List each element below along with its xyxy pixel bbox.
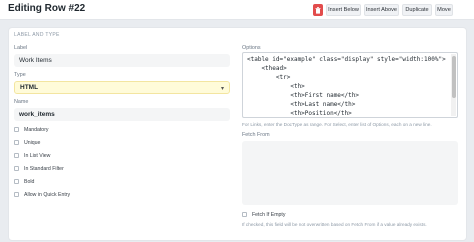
move-button[interactable]: Move	[435, 4, 453, 16]
checkbox-in-standard-filter[interactable]: In Standard Filter	[14, 164, 64, 173]
label-field-label: Label	[14, 45, 28, 51]
fetch-from-input[interactable]	[242, 141, 458, 205]
label-input[interactable]: Work Items	[14, 54, 230, 67]
dialog-header: Editing Row #22 Insert Below Insert Abov…	[0, 0, 474, 20]
code-line: <th>Position</th>	[247, 110, 352, 117]
type-field-label: Type	[14, 72, 26, 78]
code-line: <th>First name</th>	[247, 92, 359, 99]
delete-row-button[interactable]	[313, 4, 323, 16]
fetch-if-empty-help-text: If checked, this field will be not overw…	[242, 222, 427, 227]
duplicate-button[interactable]: Duplicate	[402, 4, 432, 16]
type-select[interactable]: HTML ▾	[14, 81, 230, 94]
code-line: <th>	[247, 83, 305, 90]
code-line: <th>Last name</th>	[247, 101, 356, 108]
section-title: LABEL AND TYPE	[14, 32, 60, 38]
checkbox-bold[interactable]: Bold	[14, 177, 34, 186]
options-field-label: Options	[242, 45, 261, 51]
insert-above-button[interactable]: Insert Above	[364, 4, 399, 16]
code-line: <table id="example" class="display" styl…	[247, 56, 446, 63]
checkbox-box[interactable]	[14, 140, 19, 145]
checkbox-fetch-if-empty[interactable]: Fetch If Empty	[242, 210, 285, 219]
checkbox-box[interactable]	[14, 127, 19, 132]
insert-below-button[interactable]: Insert Below	[326, 4, 361, 16]
checkbox-label: Fetch If Empty	[252, 211, 286, 218]
checkbox-unique[interactable]: Unique	[14, 138, 40, 147]
type-select-value: HTML	[20, 84, 39, 91]
checkbox-label: In Standard Filter	[24, 165, 64, 172]
checkbox-label: Unique	[24, 139, 41, 146]
fetch-from-field-label: Fetch From	[242, 132, 270, 138]
chevron-down-icon: ▾	[220, 86, 224, 92]
options-help-text: For Links, enter the DocType as range. F…	[242, 122, 432, 127]
checkbox-label: Allow in Quick Entry	[24, 191, 71, 198]
checkbox-box[interactable]	[14, 166, 19, 171]
checkbox-box[interactable]	[242, 212, 247, 217]
checkbox-label: Bold	[24, 178, 35, 185]
code-line: <thead>	[247, 65, 287, 72]
checkbox-mandatory[interactable]: Mandatory	[14, 125, 49, 134]
checkbox-label: Mandatory	[24, 126, 49, 133]
trash-icon	[315, 6, 321, 14]
code-scrollbar[interactable]	[451, 54, 456, 116]
dialog-title: Editing Row #22	[8, 3, 86, 14]
checkbox-in-list-view[interactable]: In List View	[14, 151, 50, 160]
scrollbar-thumb[interactable]	[451, 56, 456, 98]
checkbox-label: In List View	[24, 152, 51, 159]
checkbox-box[interactable]	[14, 192, 19, 197]
name-input[interactable]: work_items	[14, 108, 230, 121]
name-field-label: Name	[14, 99, 29, 105]
code-line: <tr>	[247, 74, 291, 81]
checkbox-allow-in-quick-entry[interactable]: Allow in Quick Entry	[14, 190, 70, 199]
checkbox-box[interactable]	[14, 179, 19, 184]
edit-row-dialog: Editing Row #22 Insert Below Insert Abov…	[0, 0, 474, 242]
checkbox-box[interactable]	[14, 153, 19, 158]
options-code-editor[interactable]: <table id="example" class="display" styl…	[242, 52, 458, 118]
